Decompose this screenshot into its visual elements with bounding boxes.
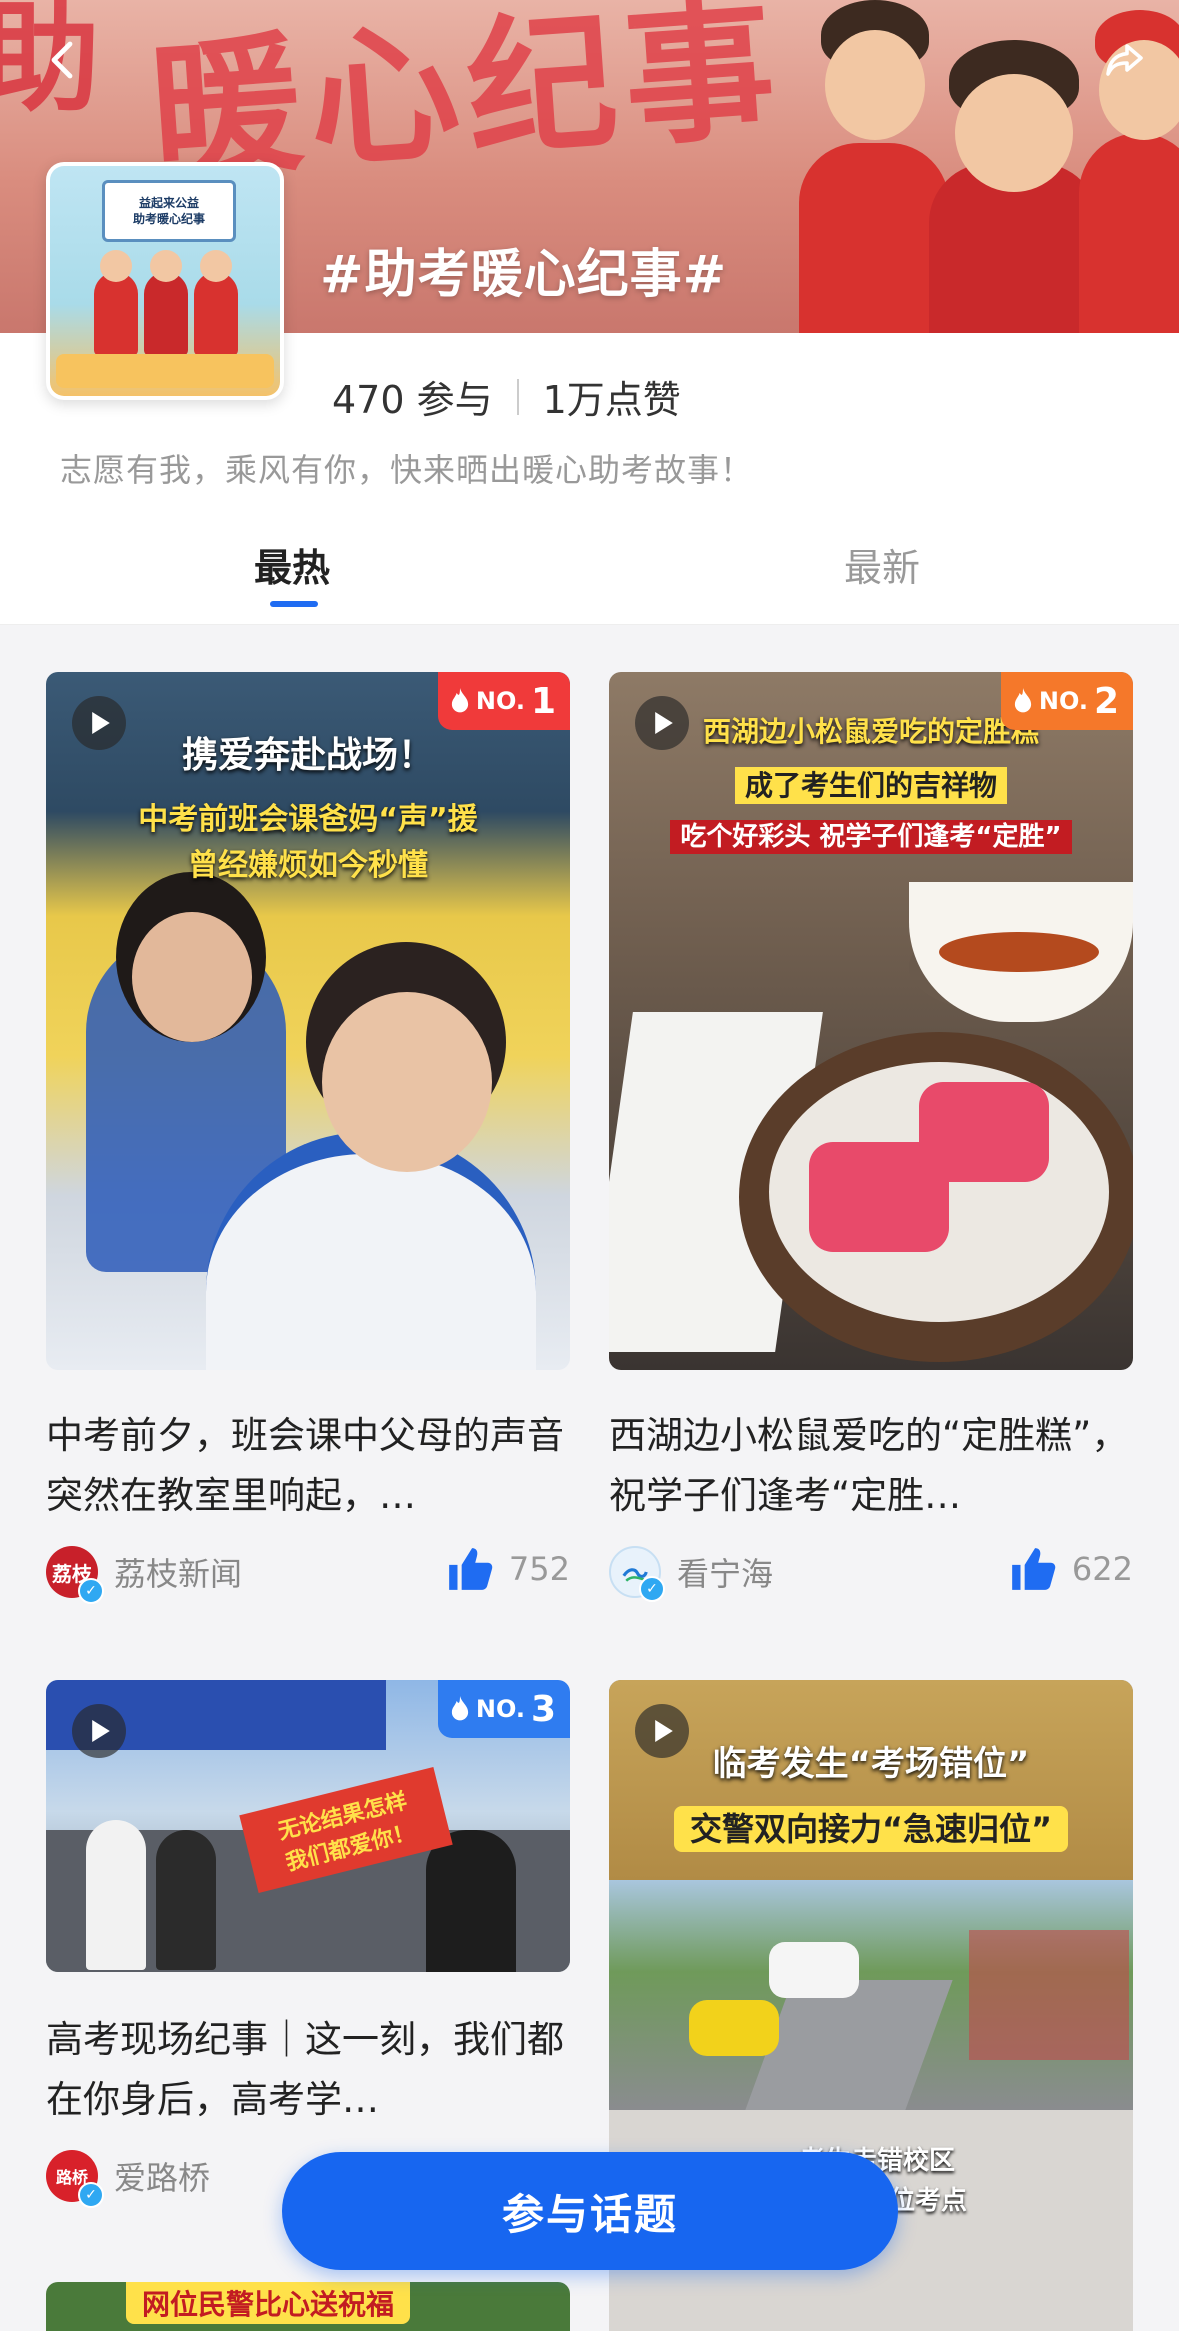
back-button[interactable] [28,24,100,96]
verified-icon: ✓ [78,1578,104,1604]
cover-sign: 益起来公益 助考暖心纪事 [102,180,236,242]
rank-label: NO. [475,687,525,715]
author-name: 看宁海 [677,1555,774,1593]
thumb-caption-1: 携爱奔赴战场！ [181,735,434,776]
card-title[interactable]: 高考现场纪事｜这一刻，我们都在你身后，高考学… [46,2010,566,2130]
cover-sign-line1: 益起来公益 [138,196,199,210]
author-avatar[interactable]: 路桥 ✓ [46,2150,104,2208]
cover-sign-line2: 助考暖心纪事 [132,212,205,226]
thumb-caption-3: 曾经嫌烦如今秒懂 [188,848,428,883]
share-button[interactable] [1089,24,1161,96]
topic-stats: 470 参与 1万点赞 [332,369,681,424]
verified-icon: ✓ [639,1576,665,1602]
likes-count: 1万点赞 [542,378,681,422]
rank-number: 2 [1093,680,1119,722]
card-thumbnail[interactable]: 网位民警比心送祝福 [46,2282,570,2331]
back-arrow-icon [51,41,73,79]
card-author[interactable]: 荔枝 ✓ 荔枝新闻 [46,1546,243,1604]
thumb-caption-2: 成了考生们的吉祥物 [609,764,1133,804]
play-button[interactable] [72,696,126,750]
card-thumbnail[interactable]: 西湖边小松鼠爱吃的定胜糕 成了考生们的吉祥物 吃个好彩头 祝学子们逢考“定胜” … [609,672,1133,1370]
tab-bar: 最热 最新 [0,523,1179,625]
play-button[interactable] [635,696,689,750]
thumb-caption-1: 临考发生“考场错位” [712,1744,1030,1784]
play-button[interactable] [72,1704,126,1758]
rank-badge: NO. 3 [437,1680,570,1738]
card-title[interactable]: 中考前夕，班会课中父母的声音突然在教室里响起，… [46,1406,566,1526]
thumb-caption-1: 网位民警比心送祝福 [126,2282,411,2324]
play-icon [655,712,673,734]
card-thumbnail[interactable]: 携爱奔赴战场！ 中考前班会课爸妈“声”援 曾经嫌烦如今秒懂 NO. 1 [46,672,570,1370]
flame-icon [1014,688,1031,713]
topic-description: 志愿有我，乘风有你，快来晒出暖心助考故事！ [60,451,754,489]
card-author[interactable]: ✓ 看宁海 [609,1546,774,1602]
topic-cover-image: 益起来公益 助考暖心纪事 [46,162,284,400]
participants-count: 470 参与 [332,378,493,422]
play-icon [92,1720,110,1742]
active-tab-indicator [270,601,318,607]
play-icon [655,1720,673,1742]
thumbs-up-icon [1012,1548,1056,1590]
play-icon [92,712,110,734]
flame-icon [451,1696,468,1721]
card-author[interactable]: 路桥 ✓ 爱路桥 [46,2150,211,2208]
like-count: 622 [1071,1550,1133,1588]
verified-icon: ✓ [78,2182,104,2208]
like-button[interactable]: 622 [1008,1544,1133,1594]
feed-card-3[interactable]: 无论结果怎样 我们都爱你！ NO. 3 高考现场纪事｜这一刻，我们都在你身后，高考… [46,1680,570,2220]
join-topic-button[interactable]: 参与话题 [282,2152,898,2270]
thumb-caption-3: 吃个好彩头 祝学子们逢考“定胜” [609,816,1133,854]
stats-divider [516,378,519,415]
thumb-caption-4: 位考点 [889,2186,968,2216]
rank-number: 1 [530,680,556,722]
rank-number: 3 [530,1688,556,1730]
play-button[interactable] [635,1704,689,1758]
thumb-caption-2: 交警双向接力“急速归位” [609,1804,1133,1852]
card-thumbnail[interactable]: 无论结果怎样 我们都爱你！ NO. 3 [46,1680,570,1972]
tab-latest[interactable]: 最新 [844,537,920,592]
author-name: 爱路桥 [114,2159,211,2197]
topic-title: #助考暖心纪事# [320,245,728,305]
feed-card-5[interactable]: 网位民警比心送祝福 [46,2282,570,2331]
thumbs-up-icon [449,1548,493,1590]
rank-badge: NO. 2 [1000,672,1133,730]
author-avatar[interactable]: ✓ [609,1546,665,1602]
tab-hottest[interactable]: 最热 [254,537,330,592]
rank-label: NO. [1038,687,1088,715]
author-name: 荔枝新闻 [114,1555,243,1593]
share-icon [1106,44,1143,76]
flame-icon [451,688,468,713]
feed-card-2[interactable]: 西湖边小松鼠爱吃的定胜糕 成了考生们的吉祥物 吃个好彩头 祝学子们逢考“定胜” … [609,672,1133,1612]
rank-badge: NO. 1 [437,672,570,730]
like-button[interactable]: 752 [445,1544,570,1594]
card-title[interactable]: 西湖边小松鼠爱吃的“定胜糕”，祝学子们逢考“定胜… [609,1406,1129,1526]
rank-label: NO. [475,1695,525,1723]
feed-card-1[interactable]: 携爱奔赴战场！ 中考前班会课爸妈“声”援 曾经嫌烦如今秒懂 NO. 1 中考前夕，… [46,672,570,1612]
thumb-caption-2: 中考前班会课爸妈“声”援 [138,802,478,837]
author-avatar[interactable]: 荔枝 ✓ [46,1546,104,1604]
like-count: 752 [508,1550,570,1588]
